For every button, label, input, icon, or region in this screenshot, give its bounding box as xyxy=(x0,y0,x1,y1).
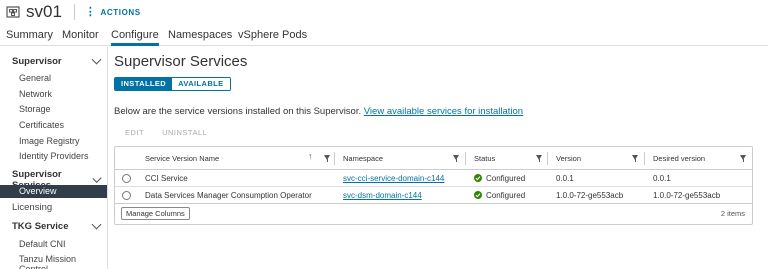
sidebar-section-label: TKG Service xyxy=(12,221,69,232)
services-description: Below are the service versions installed… xyxy=(114,106,523,117)
filter-icon[interactable] xyxy=(324,155,330,162)
desired-version-cell: 1.0.0-72-ge553acb xyxy=(653,190,721,200)
table-row[interactable]: CCI Service svc-cci-service-domain-c144 … xyxy=(115,170,752,187)
grid-footer: Manage Columns 2 items xyxy=(115,204,752,224)
service-name-cell: CCI Service xyxy=(145,173,188,183)
sidebar-item-licensing[interactable]: Licensing xyxy=(12,202,52,213)
edit-button[interactable]: EDIT xyxy=(125,128,144,137)
table-row[interactable]: Data Services Manager Consumption Operat… xyxy=(115,187,752,204)
filter-icon[interactable] xyxy=(536,155,542,162)
column-divider[interactable] xyxy=(547,152,548,165)
column-divider[interactable] xyxy=(465,152,466,165)
tab-namespaces[interactable]: Namespaces xyxy=(168,25,232,46)
check-circle-icon xyxy=(474,191,482,199)
object-title: sv01 xyxy=(26,2,62,21)
sidebar-item-storage[interactable]: Storage xyxy=(19,104,51,114)
status-text: Configured xyxy=(486,190,526,200)
column-header-desired-version[interactable]: Desired version xyxy=(653,147,705,169)
column-header-version[interactable]: Version xyxy=(556,147,581,169)
column-divider[interactable] xyxy=(644,152,645,165)
title-bar: sv01 ⋮ ACTIONS xyxy=(0,0,768,24)
sidebar-item-general[interactable]: General xyxy=(19,73,51,83)
namespace-link[interactable]: svc-cci-service-domain-c144 xyxy=(343,170,444,186)
row-select-radio[interactable] xyxy=(122,174,131,183)
page-title: Supervisor Services xyxy=(114,53,248,70)
service-name-cell: Data Services Manager Consumption Operat… xyxy=(145,190,312,200)
chevron-down-icon xyxy=(91,54,102,65)
sidebar-item-default-cni[interactable]: Default CNI xyxy=(19,239,66,249)
view-available-services-link[interactable]: View available services for installation xyxy=(364,106,523,117)
sort-arrow-up-icon[interactable]: ↑ xyxy=(308,151,313,161)
sidebar-section-supervisor[interactable]: Supervisor xyxy=(12,54,102,67)
services-datagrid: Service Version Name ↑ Namespace Status … xyxy=(114,146,753,225)
available-toggle-button[interactable]: AVAILABLE xyxy=(172,78,230,90)
version-cell: 0.0.1 xyxy=(556,173,574,183)
actions-label: ACTIONS xyxy=(100,7,141,17)
sidebar-item-certificates[interactable]: Certificates xyxy=(19,120,64,130)
chevron-down-icon xyxy=(91,219,102,230)
item-count: 2 items xyxy=(720,209,745,218)
uninstall-button[interactable]: UNINSTALL xyxy=(162,128,207,137)
configure-sidebar: Supervisor General Network Storage Certi… xyxy=(0,47,108,269)
actions-menu-button[interactable]: ⋮ ACTIONS xyxy=(84,5,141,18)
supervisor-cluster-icon xyxy=(6,6,20,18)
column-header-namespace[interactable]: Namespace xyxy=(343,147,383,169)
filter-icon[interactable] xyxy=(632,155,638,162)
column-divider[interactable] xyxy=(334,152,335,165)
filter-icon[interactable] xyxy=(740,155,746,162)
manage-columns-button[interactable]: Manage Columns xyxy=(121,207,190,220)
description-text: Below are the service versions installed… xyxy=(114,106,364,117)
status-cell: Configured xyxy=(474,170,525,186)
tab-configure[interactable]: Configure xyxy=(111,25,159,46)
status-cell: Configured xyxy=(474,187,525,203)
sidebar-item-tanzu-mission-control[interactable]: Tanzu Mission Control xyxy=(19,254,107,269)
tab-summary[interactable]: Summary xyxy=(6,25,53,46)
column-header-service-version-name[interactable]: Service Version Name xyxy=(145,147,219,169)
installed-toggle-button[interactable]: INSTALLED xyxy=(115,78,173,90)
sidebar-item-network[interactable]: Network xyxy=(19,89,52,99)
column-header-status[interactable]: Status xyxy=(474,147,495,169)
desired-version-cell: 0.0.1 xyxy=(653,173,671,183)
title-divider xyxy=(73,4,75,20)
object-tabs: Summary Monitor Configure Namespaces vSp… xyxy=(0,25,768,46)
sidebar-item-identity-providers[interactable]: Identity Providers xyxy=(19,151,89,161)
version-cell: 1.0.0-72-ge553acb xyxy=(556,190,624,200)
status-text: Configured xyxy=(486,173,526,183)
tab-vsphere-pods[interactable]: vSphere Pods xyxy=(238,25,307,46)
row-select-radio[interactable] xyxy=(122,191,131,200)
tab-monitor[interactable]: Monitor xyxy=(62,25,99,46)
grid-action-bar: EDIT UNINSTALL xyxy=(125,128,207,137)
namespace-link[interactable]: svc-dsm-domain-c144 xyxy=(343,187,422,203)
sidebar-section-tkg-service[interactable]: TKG Service xyxy=(12,219,102,232)
filter-icon[interactable] xyxy=(453,155,459,162)
grid-header-row: Service Version Name ↑ Namespace Status … xyxy=(115,147,752,170)
sidebar-item-image-registry[interactable]: Image Registry xyxy=(19,136,80,146)
check-circle-icon xyxy=(474,174,482,182)
installed-available-toggle: INSTALLED AVAILABLE xyxy=(114,77,231,91)
sidebar-section-label: Supervisor xyxy=(12,56,62,67)
vertical-ellipsis-icon: ⋮ xyxy=(84,5,97,18)
sidebar-item-overview[interactable]: Overview xyxy=(0,185,107,198)
